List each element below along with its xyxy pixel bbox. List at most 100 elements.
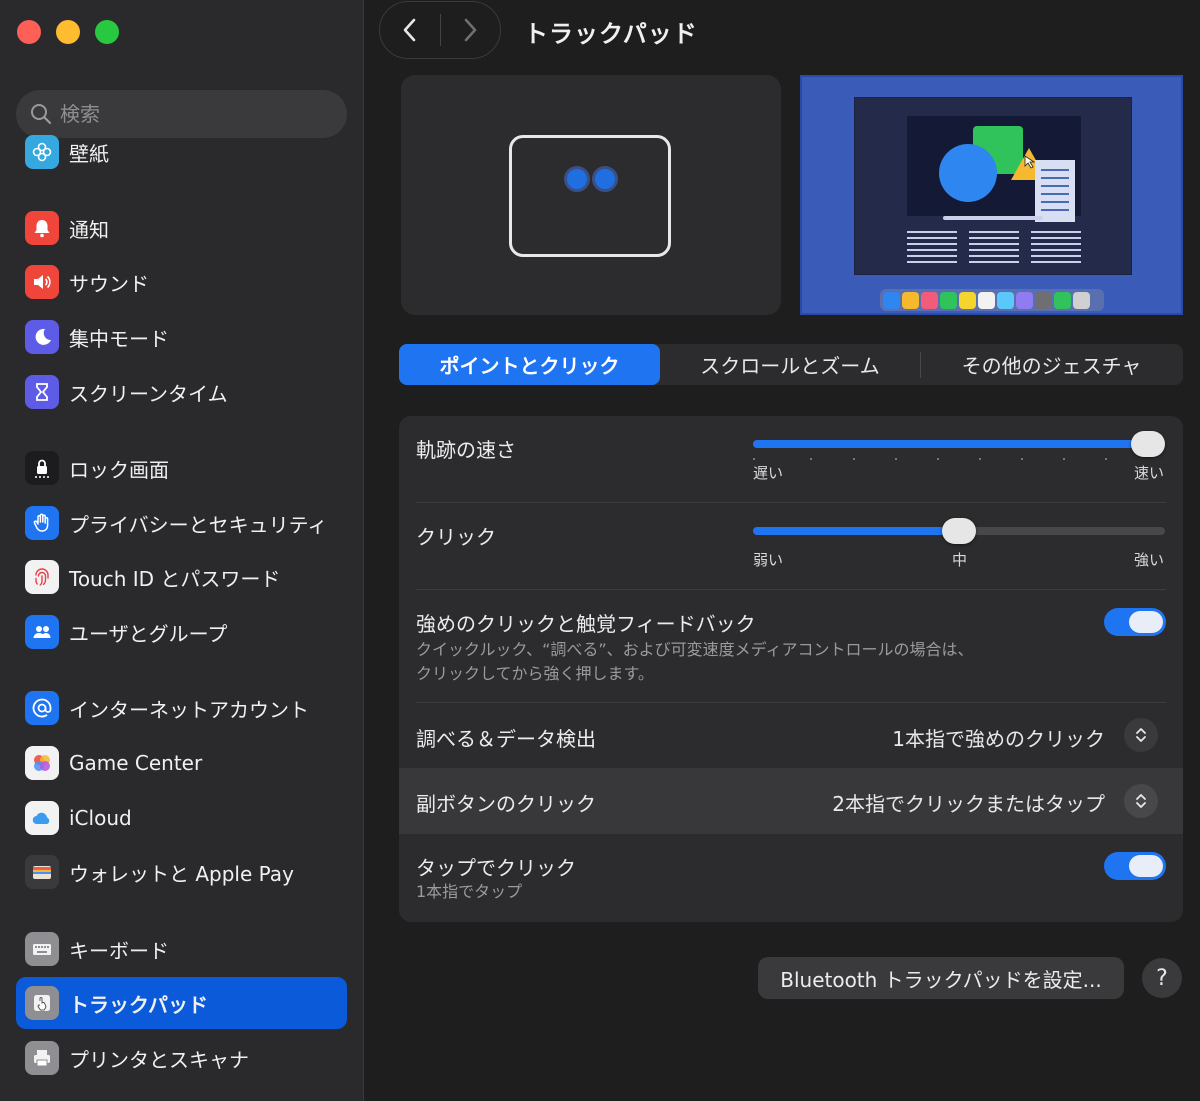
sidebar-item-sound[interactable]: サウンド	[16, 256, 347, 308]
finger-touch-point	[564, 166, 590, 192]
minimize-window-button[interactable]	[56, 20, 80, 44]
tracking-speed-slider[interactable]	[753, 431, 1165, 460]
sidebar-item-printers-scanners[interactable]: プリンタとスキャナ	[16, 1032, 347, 1084]
sidebar-item-label: Game Center	[69, 751, 203, 775]
sidebar-item-wallet-apple-pay[interactable]: ウォレットと Apple Pay	[16, 846, 347, 898]
slider-max-label: 速い	[1134, 464, 1165, 482]
slider-min-label: 遅い	[753, 464, 784, 482]
hourglass-icon	[25, 375, 59, 409]
slider-fill	[753, 440, 1148, 448]
chevron-right-icon	[464, 18, 477, 42]
cloud-icon	[25, 801, 59, 835]
lock-icon	[25, 451, 59, 485]
sidebar-item-trackpad[interactable]: トラックパッド	[16, 977, 347, 1029]
sidebar-item-lock-screen[interactable]: ロック画面	[16, 442, 347, 494]
tab-point-and-click[interactable]: ポイントとクリック	[399, 344, 660, 385]
back-button[interactable]	[380, 2, 440, 58]
sidebar-item-label: 集中モード	[69, 326, 169, 351]
page-title: トラックパッド	[524, 20, 698, 48]
slider-fill	[753, 527, 959, 535]
sidebar-item-label: 通知	[69, 217, 109, 242]
trackpad-icon	[25, 986, 59, 1020]
chevron-left-icon	[403, 18, 416, 42]
search-icon	[31, 104, 52, 125]
close-window-button[interactable]	[17, 20, 41, 44]
secondary-click-popup-button[interactable]	[1124, 784, 1158, 818]
tap-to-click-label: タップでクリック	[416, 856, 576, 880]
sidebar-item-game-center[interactable]: Game Center	[16, 737, 347, 789]
slider-max-label: 強い	[1134, 551, 1165, 569]
search-input[interactable]	[60, 102, 320, 126]
tap-to-click-row: タップでクリック 1本指でタップ	[399, 834, 1183, 922]
settings-tabs: ポイントとクリック スクロールとズーム その他のジェスチャ	[399, 344, 1183, 385]
moon-icon	[25, 320, 59, 354]
sidebar-item-label: ウォレットと Apple Pay	[69, 861, 294, 886]
toggle-knob	[1129, 611, 1163, 633]
sidebar-item-focus[interactable]: 集中モード	[16, 311, 347, 363]
lookup-popup-value[interactable]: 1本指で強めのクリック	[892, 723, 1105, 752]
tab-scroll-and-zoom[interactable]: スクロールとズーム	[660, 344, 920, 385]
at-icon	[25, 691, 59, 725]
lookup-popup-button[interactable]	[1124, 718, 1158, 752]
click-pressure-row: クリック 弱い 中 強い	[399, 503, 1183, 589]
sidebar-item-label: キーボード	[69, 938, 169, 963]
sidebar-item-label: サウンド	[69, 271, 149, 296]
sidebar-item-label: プライバシーとセキュリティ	[69, 512, 328, 537]
chevron-up-down-icon	[1136, 794, 1146, 808]
speaker-icon	[25, 265, 59, 299]
sidebar-item-label: プリンタとスキャナ	[69, 1047, 249, 1072]
navigation-buttons	[379, 1, 501, 59]
sidebar-item-wallpaper[interactable]: 壁紙	[16, 126, 347, 178]
zoom-window-button[interactable]	[95, 20, 119, 44]
setup-bluetooth-trackpad-button[interactable]: Bluetooth トラックパッドを設定...	[758, 957, 1124, 999]
tap-to-click-toggle[interactable]	[1104, 852, 1166, 880]
force-click-description-line2: クリックしてから強く押します。	[416, 664, 654, 683]
sidebar-item-screen-time[interactable]: スクリーンタイム	[16, 366, 347, 418]
sidebar-item-touch-id-password[interactable]: Touch ID とパスワード	[16, 551, 347, 603]
force-click-toggle[interactable]	[1104, 608, 1166, 636]
secondary-click-row: 副ボタンのクリック 2本指でクリックまたはタップ	[399, 768, 1183, 834]
hand-icon	[25, 506, 59, 540]
sidebar-item-label: インターネットアカウント	[69, 697, 309, 722]
game-center-icon	[25, 746, 59, 780]
click-pressure-label: クリック	[416, 525, 496, 549]
screen-illustration	[854, 97, 1132, 275]
sidebar-item-internet-accounts[interactable]: インターネットアカウント	[16, 682, 347, 734]
settings-group: 軌跡の速さ 遅い 速い クリック 弱い 中 強い 強めのクリックと触覚フィードバ…	[399, 416, 1183, 922]
slider-min-label: 弱い	[753, 551, 784, 569]
bell-icon	[25, 211, 59, 245]
tap-to-click-description: 1本指でタップ	[416, 882, 523, 901]
sidebar-item-label: スクリーンタイム	[69, 381, 228, 406]
sidebar-item-label: トラックパッド	[69, 992, 208, 1017]
fingerprint-icon	[25, 560, 59, 594]
tracking-speed-row: 軌跡の速さ 遅い 速い	[399, 416, 1183, 502]
secondary-click-popup-value[interactable]: 2本指でクリックまたはタップ	[832, 788, 1105, 817]
users-icon	[25, 615, 59, 649]
sidebar-item-label: ユーザとグループ	[69, 621, 228, 646]
lookup-row: 調べる＆データ検出 1本指で強めのクリック	[399, 703, 1183, 768]
tracking-speed-label: 軌跡の速さ	[416, 438, 516, 462]
sidebar-item-label: Touch ID とパスワード	[69, 566, 281, 591]
sidebar-item-users-groups[interactable]: ユーザとグループ	[16, 606, 347, 658]
click-pressure-slider-thumb[interactable]	[942, 518, 976, 544]
sidebar-item-keyboard[interactable]: キーボード	[16, 923, 347, 975]
sidebar-item-icloud[interactable]: iCloud	[16, 792, 347, 844]
sidebar-item-privacy-security[interactable]: プライバシーとセキュリティ	[16, 497, 347, 549]
wallet-icon	[25, 855, 59, 889]
dock-illustration	[880, 289, 1104, 311]
keyboard-icon	[25, 932, 59, 966]
forward-button[interactable]	[440, 2, 500, 58]
force-click-row: 強めのクリックと触覚フィードバック クイックルック、“調べる”、および可変速度メ…	[399, 590, 1183, 702]
click-pressure-slider[interactable]	[753, 518, 1165, 544]
sidebar-item-label: iCloud	[69, 806, 132, 830]
force-click-label: 強めのクリックと触覚フィードバック	[416, 612, 756, 636]
toggle-knob	[1129, 855, 1163, 877]
gesture-preview	[401, 75, 781, 315]
tracking-speed-slider-thumb[interactable]	[1131, 431, 1165, 457]
sidebar-item-label: 壁紙	[69, 141, 109, 166]
sidebar-item-notifications[interactable]: 通知	[16, 202, 347, 254]
tab-more-gestures[interactable]: その他のジェスチャ	[921, 344, 1182, 385]
wallpaper-icon	[25, 135, 59, 169]
sidebar-item-label: ロック画面	[69, 457, 169, 482]
help-button[interactable]: ?	[1142, 958, 1182, 998]
